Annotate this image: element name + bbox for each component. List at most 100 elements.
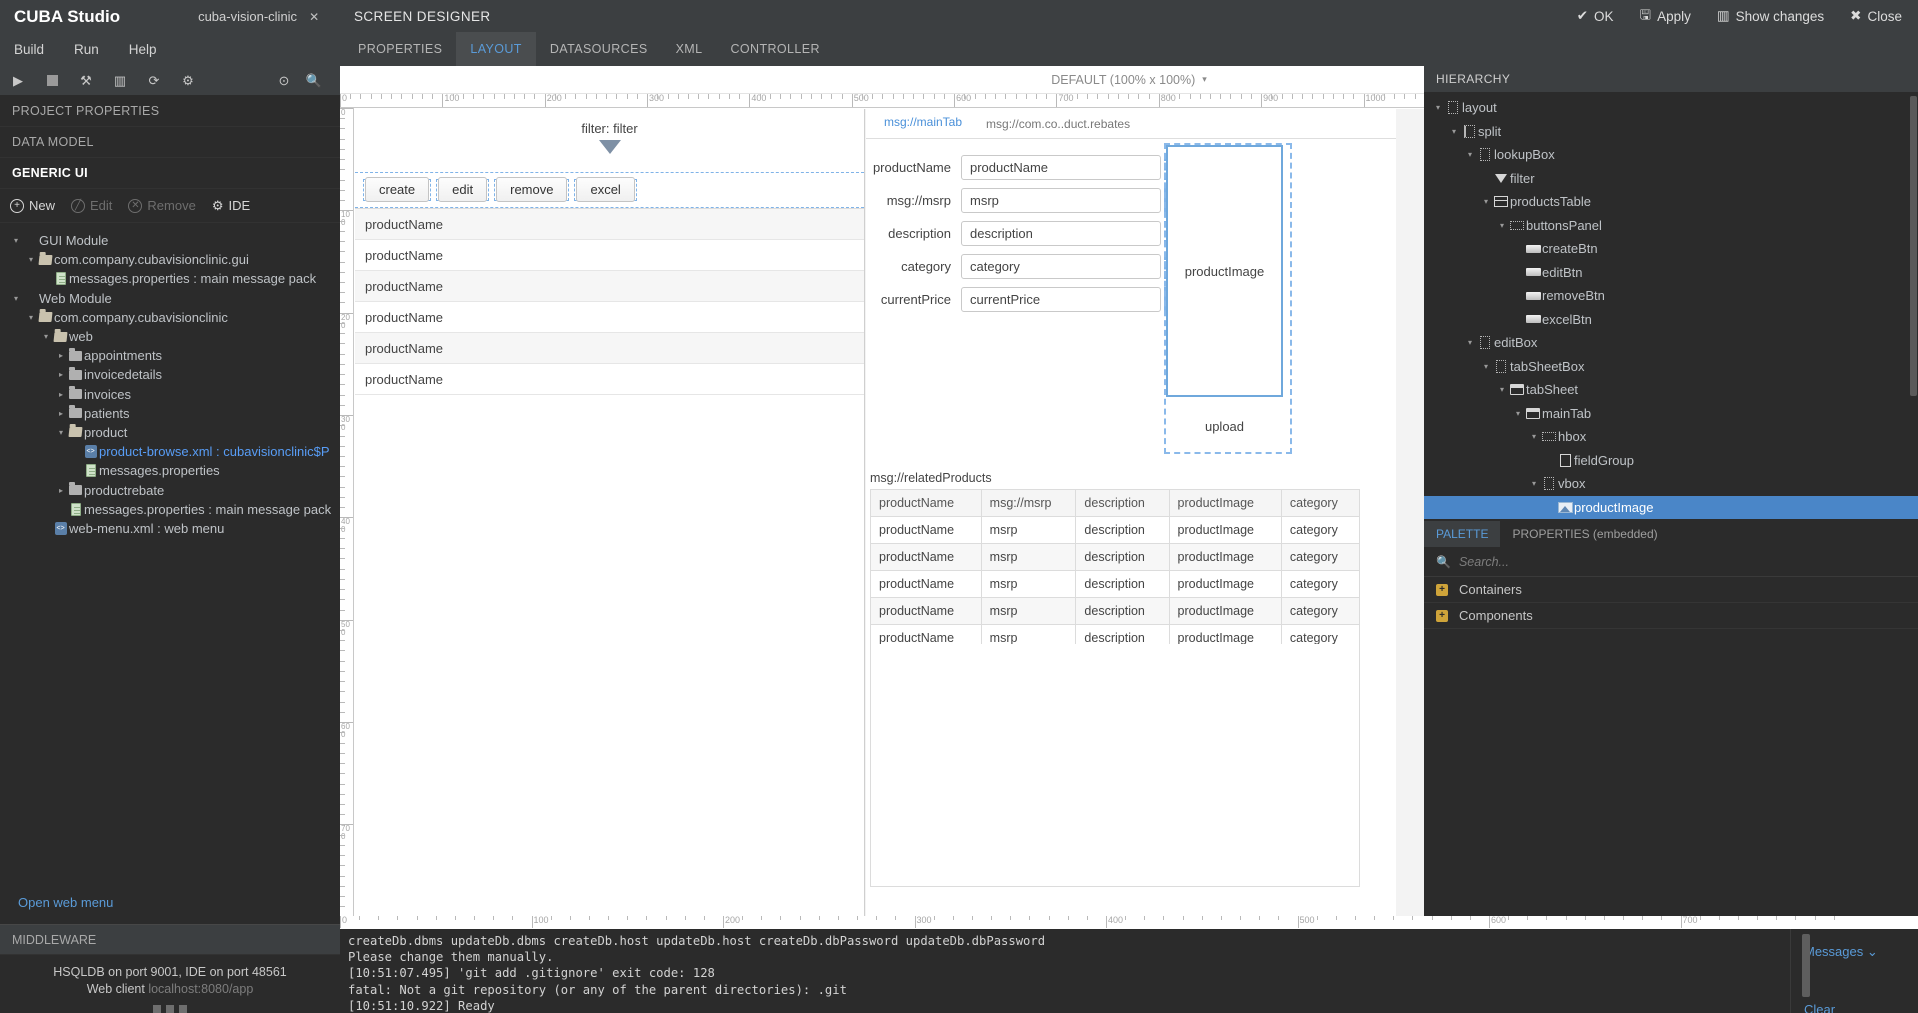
- hierarchy-item[interactable]: ▾mainTab: [1424, 402, 1918, 426]
- chevron-down-icon[interactable]: ▾: [1202, 74, 1207, 85]
- field-input[interactable]: currentPrice: [961, 287, 1161, 312]
- excel-button[interactable]: excel: [576, 177, 634, 202]
- hierarchy-item[interactable]: ▾layout: [1424, 96, 1918, 120]
- check-icon[interactable]: ⟳: [146, 73, 162, 89]
- edit-button[interactable]: ╱ Edit: [71, 198, 112, 213]
- open-web-menu-link[interactable]: Open web menu: [0, 884, 340, 924]
- edit-box[interactable]: msg://mainTab msg://com.co..duct.rebates…: [866, 109, 1396, 916]
- excel-button-wrap[interactable]: excel: [574, 179, 636, 201]
- hierarchy-item[interactable]: editBtn: [1424, 261, 1918, 285]
- hierarchy-item[interactable]: ▾tabSheet: [1424, 378, 1918, 402]
- column-header[interactable]: productImage: [1169, 490, 1281, 517]
- upload-button[interactable]: upload: [1166, 407, 1283, 447]
- tree-item[interactable]: ▸invoices: [0, 385, 340, 404]
- sidebar-section-data-model[interactable]: DATA MODEL: [0, 127, 340, 158]
- tree-item[interactable]: messages.properties: [0, 461, 340, 480]
- column-header[interactable]: category: [1281, 490, 1359, 517]
- field-input[interactable]: category: [961, 254, 1161, 279]
- tab-properties[interactable]: PROPERTIES: [344, 32, 456, 66]
- table-row[interactable]: productName: [355, 271, 864, 302]
- sidebar-section-project-properties[interactable]: PROJECT PROPERTIES: [0, 96, 340, 127]
- tree-item[interactable]: ▸invoicedetails: [0, 365, 340, 384]
- table-row[interactable]: productName: [355, 240, 864, 271]
- palette-search[interactable]: 🔍 Search...: [1424, 547, 1918, 577]
- column-header[interactable]: description: [1076, 490, 1169, 517]
- hierarchy-item[interactable]: ▾hbox: [1424, 425, 1918, 449]
- hierarchy-item[interactable]: ▾productsTable: [1424, 190, 1918, 214]
- collapse-arrow-icon[interactable]: ▾: [1464, 338, 1476, 347]
- menu-item-help[interactable]: Help: [125, 40, 161, 59]
- expand-arrow-icon[interactable]: ▸: [55, 351, 67, 360]
- field-input[interactable]: description: [961, 221, 1161, 246]
- tab-controller[interactable]: CONTROLLER: [716, 32, 833, 66]
- web-client-url[interactable]: localhost:8080/app: [148, 982, 253, 996]
- collapse-arrow-icon[interactable]: ▾: [1432, 103, 1444, 112]
- tab-properties-embedded[interactable]: PROPERTIES (embedded): [1500, 521, 1669, 547]
- lookup-box[interactable]: filter: filter create edit remove excel …: [355, 109, 865, 916]
- hierarchy-item[interactable]: excelBtn: [1424, 308, 1918, 332]
- remove-button-wrap[interactable]: remove: [494, 179, 569, 201]
- tab-layout[interactable]: LAYOUT: [456, 32, 536, 66]
- palette-group-containers[interactable]: + Containers: [1424, 577, 1918, 603]
- hierarchy-item[interactable]: ▾tabSheetBox: [1424, 355, 1918, 379]
- hierarchy-item[interactable]: filter: [1424, 167, 1918, 191]
- tree-item[interactable]: ▾com.company.cubavisionclinic: [0, 308, 340, 327]
- table-row[interactable]: productNamemsrpdescriptionproductImageca…: [871, 544, 1360, 571]
- tree-item[interactable]: messages.properties : main message pack: [0, 269, 340, 288]
- hierarchy-item[interactable]: removeBtn: [1424, 284, 1918, 308]
- filter-label[interactable]: filter: filter: [355, 109, 864, 136]
- tree-item[interactable]: <>product-browse.xml : cubavisionclinic$…: [0, 442, 340, 461]
- remove-button[interactable]: ✕ Remove: [128, 198, 195, 213]
- collapse-arrow-icon[interactable]: ▾: [25, 313, 37, 322]
- field-input[interactable]: productName: [961, 155, 1161, 180]
- column-header[interactable]: productName: [871, 490, 982, 517]
- hierarchy-item[interactable]: productImage: [1424, 496, 1918, 520]
- sidebar-section-generic-ui[interactable]: GENERIC UI: [0, 158, 340, 189]
- hierarchy-item[interactable]: createBtn: [1424, 237, 1918, 261]
- apply-button[interactable]: 🖫 Apply: [1640, 5, 1691, 28]
- ide-button[interactable]: ⚙ IDE: [212, 198, 250, 214]
- menu-item-build[interactable]: Build: [10, 40, 48, 59]
- console-scrollbar[interactable]: [1802, 934, 1810, 997]
- settings-icon[interactable]: ⊙: [276, 73, 292, 89]
- tree-item[interactable]: ▸productrebate: [0, 480, 340, 499]
- table-row[interactable]: productName: [355, 209, 864, 240]
- collapse-arrow-icon[interactable]: ▾: [1528, 432, 1540, 441]
- assemble-icon[interactable]: ▥: [112, 73, 128, 89]
- tree-item[interactable]: ▾GUI Module: [0, 231, 340, 250]
- create-button[interactable]: create: [365, 177, 429, 202]
- table-row[interactable]: productName: [355, 333, 864, 364]
- tab-sheet[interactable]: msg://mainTab msg://com.co..duct.rebates: [866, 109, 1396, 139]
- zoom-level-label[interactable]: DEFAULT (100% x 100%): [1051, 73, 1195, 87]
- buttons-panel[interactable]: create edit remove excel: [355, 172, 864, 208]
- table-row[interactable]: productName: [355, 364, 864, 395]
- expand-arrow-icon[interactable]: ▸: [55, 486, 67, 495]
- close-icon[interactable]: ✕: [309, 10, 319, 24]
- tab-rebates[interactable]: msg://com.co..duct.rebates: [974, 111, 1142, 138]
- field-group[interactable]: productNameproductNamemsg://msrpmsrpdesc…: [866, 151, 1166, 316]
- tree-item[interactable]: ▸patients: [0, 404, 340, 423]
- edit-button[interactable]: edit: [438, 177, 487, 202]
- hierarchy-item[interactable]: fieldGroup: [1424, 449, 1918, 473]
- run-icon[interactable]: ▶: [10, 73, 26, 89]
- stop-icon[interactable]: [44, 73, 60, 89]
- palette-group-components[interactable]: + Components: [1424, 603, 1918, 629]
- collapse-arrow-icon[interactable]: ▾: [1496, 385, 1508, 394]
- collapse-arrow-icon[interactable]: ▾: [1480, 197, 1492, 206]
- deploy-icon[interactable]: ⚙: [180, 73, 196, 89]
- hierarchy-item[interactable]: ▾buttonsPanel: [1424, 214, 1918, 238]
- search-icon[interactable]: 🔍: [306, 73, 322, 89]
- expand-arrow-icon[interactable]: ▸: [55, 370, 67, 379]
- create-button-wrap[interactable]: create: [363, 179, 431, 201]
- tab-main[interactable]: msg://mainTab: [872, 109, 974, 138]
- field-input[interactable]: msrp: [961, 188, 1161, 213]
- filter-collapse-icon[interactable]: [599, 140, 621, 154]
- collapse-arrow-icon[interactable]: ▾: [1528, 479, 1540, 488]
- collapse-arrow-icon[interactable]: ▾: [10, 294, 22, 303]
- menu-item-run[interactable]: Run: [70, 40, 103, 59]
- column-header[interactable]: msg://msrp: [981, 490, 1076, 517]
- expand-arrow-icon[interactable]: ▸: [55, 409, 67, 418]
- tree-item[interactable]: ▾com.company.cubavisionclinic.gui: [0, 250, 340, 269]
- hierarchy-item[interactable]: ▾editBox: [1424, 331, 1918, 355]
- edit-button-wrap[interactable]: edit: [436, 179, 489, 201]
